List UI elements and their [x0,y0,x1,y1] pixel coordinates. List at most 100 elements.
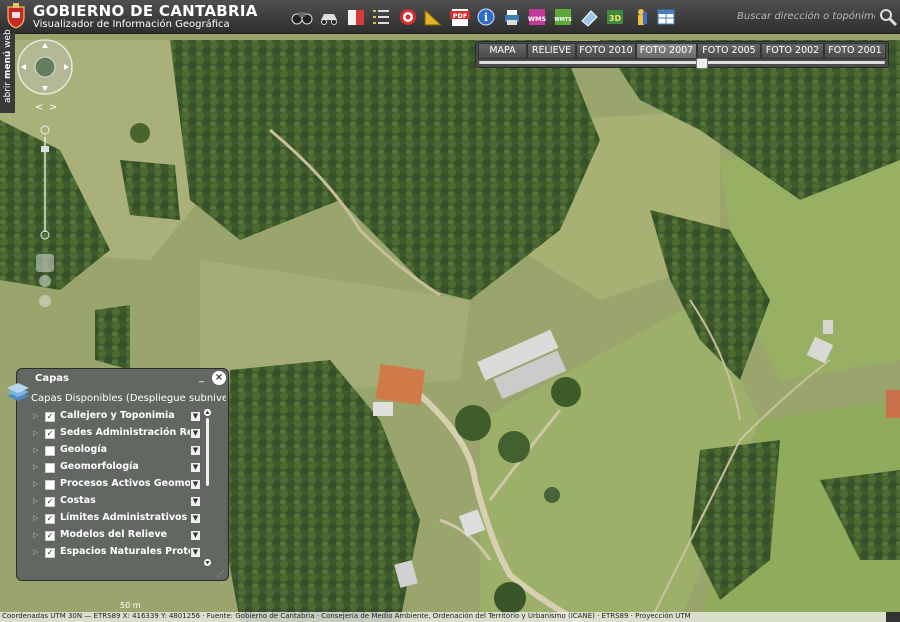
expand-arrow-icon[interactable]: ▷ [33,531,38,539]
status-bar: Coordenadas UTM 30N — ETRS89 X: 416339 Y… [0,612,900,622]
search-box [733,5,898,29]
expand-arrow-icon[interactable]: ▷ [33,497,38,505]
eraser-icon[interactable] [578,6,600,28]
open-web-menu-tab[interactable]: abrir menú web [0,29,15,113]
app-subtitle: Visualizador de Información Geográfica [33,19,230,30]
zoom-handle[interactable] [41,146,49,152]
globe-icon[interactable] [34,56,56,78]
wms-icon-label: WMS [528,15,547,23]
layer-checkbox[interactable] [45,480,55,490]
side-menu-label-bold: menú [3,50,13,79]
scale-bar: 50 m [120,601,150,611]
expand-arrow-icon[interactable]: ▷ [33,446,38,454]
person-icon[interactable] [630,6,652,28]
base-layer-relieve-button[interactable]: RELIEVE [527,43,576,59]
opacity-slider-track[interactable] [479,61,885,64]
binoculars-icon[interactable] [291,6,313,28]
layers-panel: Capas _ × Capas Disponibles (Despliegue … [7,368,229,581]
info-icon[interactable]: i [475,6,497,28]
base-layer-foto2005-button[interactable]: FOTO 2005 [697,43,761,59]
layer-checkbox[interactable] [45,463,55,473]
layer-label: Callejero y Toponimia [60,410,175,421]
dropdown-arrow-icon[interactable]: ▼ [191,497,200,506]
side-menu-label-suffix: web [3,29,13,51]
book-icon[interactable] [345,6,367,28]
dropdown-arrow-icon[interactable]: ▼ [191,463,200,472]
layer-item: ▷ Geología ▼ [33,443,205,459]
side-menu-label: abrir menú web [3,29,13,103]
base-layer-mapa-button[interactable]: MAPA [478,43,527,59]
base-layer-foto2007-button[interactable]: FOTO 2007 [636,43,697,59]
layer-item: ▷ Geomorfología ▼ [33,460,205,476]
table-icon[interactable] [655,6,677,28]
zoom-extent-icon[interactable] [39,295,51,307]
app-title: GOBIERNO DE CANTABRIA [33,2,258,20]
expand-arrow-icon[interactable]: ▷ [33,514,38,522]
search-input[interactable] [733,5,879,27]
layer-checkbox[interactable]: ✓ [45,514,55,524]
side-menu-label-prefix: abrir [3,79,13,103]
close-button[interactable]: × [212,371,226,385]
layer-label: Modelos del Relieve [60,529,168,540]
pdf-icon[interactable]: PDF [449,6,471,28]
layer-label: Procesos Activos Geomorfológicos [60,478,190,489]
resize-grip-icon[interactable]: ⋰ [217,569,226,578]
minimize-button[interactable]: _ [199,372,209,383]
base-layer-foto2001-button[interactable]: FOTO 2001 [824,43,886,59]
map-navigation: < > [17,37,73,307]
print-icon[interactable] [501,6,523,28]
rotate-right-icon[interactable]: > [49,102,57,113]
expand-arrow-icon[interactable]: ▷ [33,463,38,471]
corner-resize-icon[interactable] [886,612,900,622]
list-icon[interactable] [370,6,392,28]
layer-item: ▷ ✓ Costas ▼ [33,494,205,510]
dropdown-arrow-icon[interactable]: ▼ [191,480,200,489]
target-icon[interactable] [397,6,419,28]
layer-checkbox[interactable]: ✓ [45,497,55,507]
wmts-icon-label: WMTS [554,17,572,23]
dropdown-arrow-icon[interactable]: ▼ [191,412,200,421]
rotate-left-icon[interactable]: < [35,102,43,113]
route-car-icon[interactable] [318,6,340,28]
layer-checkbox[interactable]: ✓ [45,412,55,422]
expand-arrow-icon[interactable]: ▷ [33,429,38,437]
pdf-icon-label: PDF [453,12,468,20]
layer-label: Geología [60,444,108,455]
zoom-out-icon[interactable] [40,230,50,240]
base-layer-foto2010-button[interactable]: FOTO 2010 [576,43,636,59]
hand-pan-icon[interactable] [36,254,54,272]
scale-label: 50 m [120,601,141,610]
dropdown-arrow-icon[interactable]: ▼ [191,429,200,438]
expand-arrow-icon[interactable]: ▷ [33,412,38,420]
opacity-slider-handle[interactable] [696,58,709,69]
layer-item: ▷ ✓ Sedes Administración Regional▼ [33,426,205,442]
3d-icon[interactable]: 3D [604,6,626,28]
dropdown-arrow-icon[interactable]: ▼ [191,548,200,557]
layer-item: ▷ ✓ Modelos del Relieve ▼ [33,528,205,544]
layer-label: Espacios Naturales Protegidos [60,546,190,557]
layers-stack-icon [7,383,29,401]
base-layer-switcher: MAPA RELIEVE FOTO 2010 FOTO 2007 FOTO 20… [475,41,889,69]
search-icon[interactable] [878,7,898,27]
base-layer-foto2002-button[interactable]: FOTO 2002 [761,43,824,59]
layer-checkbox[interactable]: ✓ [45,429,55,439]
layer-checkbox[interactable] [45,446,55,456]
expand-arrow-icon[interactable]: ▷ [33,480,38,488]
wmts-icon[interactable]: WMTS [552,6,574,28]
dropdown-arrow-icon[interactable]: ▼ [191,531,200,540]
status-text: Coordenadas UTM 30N — ETRS89 X: 416339 Y… [2,612,691,620]
layer-item: ▷ Procesos Activos Geomorfológicos▼ [33,477,205,493]
layer-item: ▷ ✓ Límites Administrativos ▼ [33,511,205,527]
expand-arrow-icon[interactable]: ▷ [33,548,38,556]
layer-label: Sedes Administración Regional [60,427,190,438]
zoom-tool-icon[interactable] [39,275,51,287]
layers-panel-subtitle: Capas Disponibles (Despliegue subniveles [31,393,226,404]
dropdown-arrow-icon[interactable]: ▼ [191,446,200,455]
dropdown-arrow-icon[interactable]: ▼ [191,514,200,523]
wms-icon[interactable]: WMS [526,6,548,28]
ruler-icon[interactable] [422,6,444,28]
layer-checkbox[interactable]: ✓ [45,548,55,558]
layer-checkbox[interactable]: ✓ [45,531,55,541]
layers-scrollbar[interactable] [204,409,211,566]
zoom-in-icon[interactable] [40,125,50,135]
